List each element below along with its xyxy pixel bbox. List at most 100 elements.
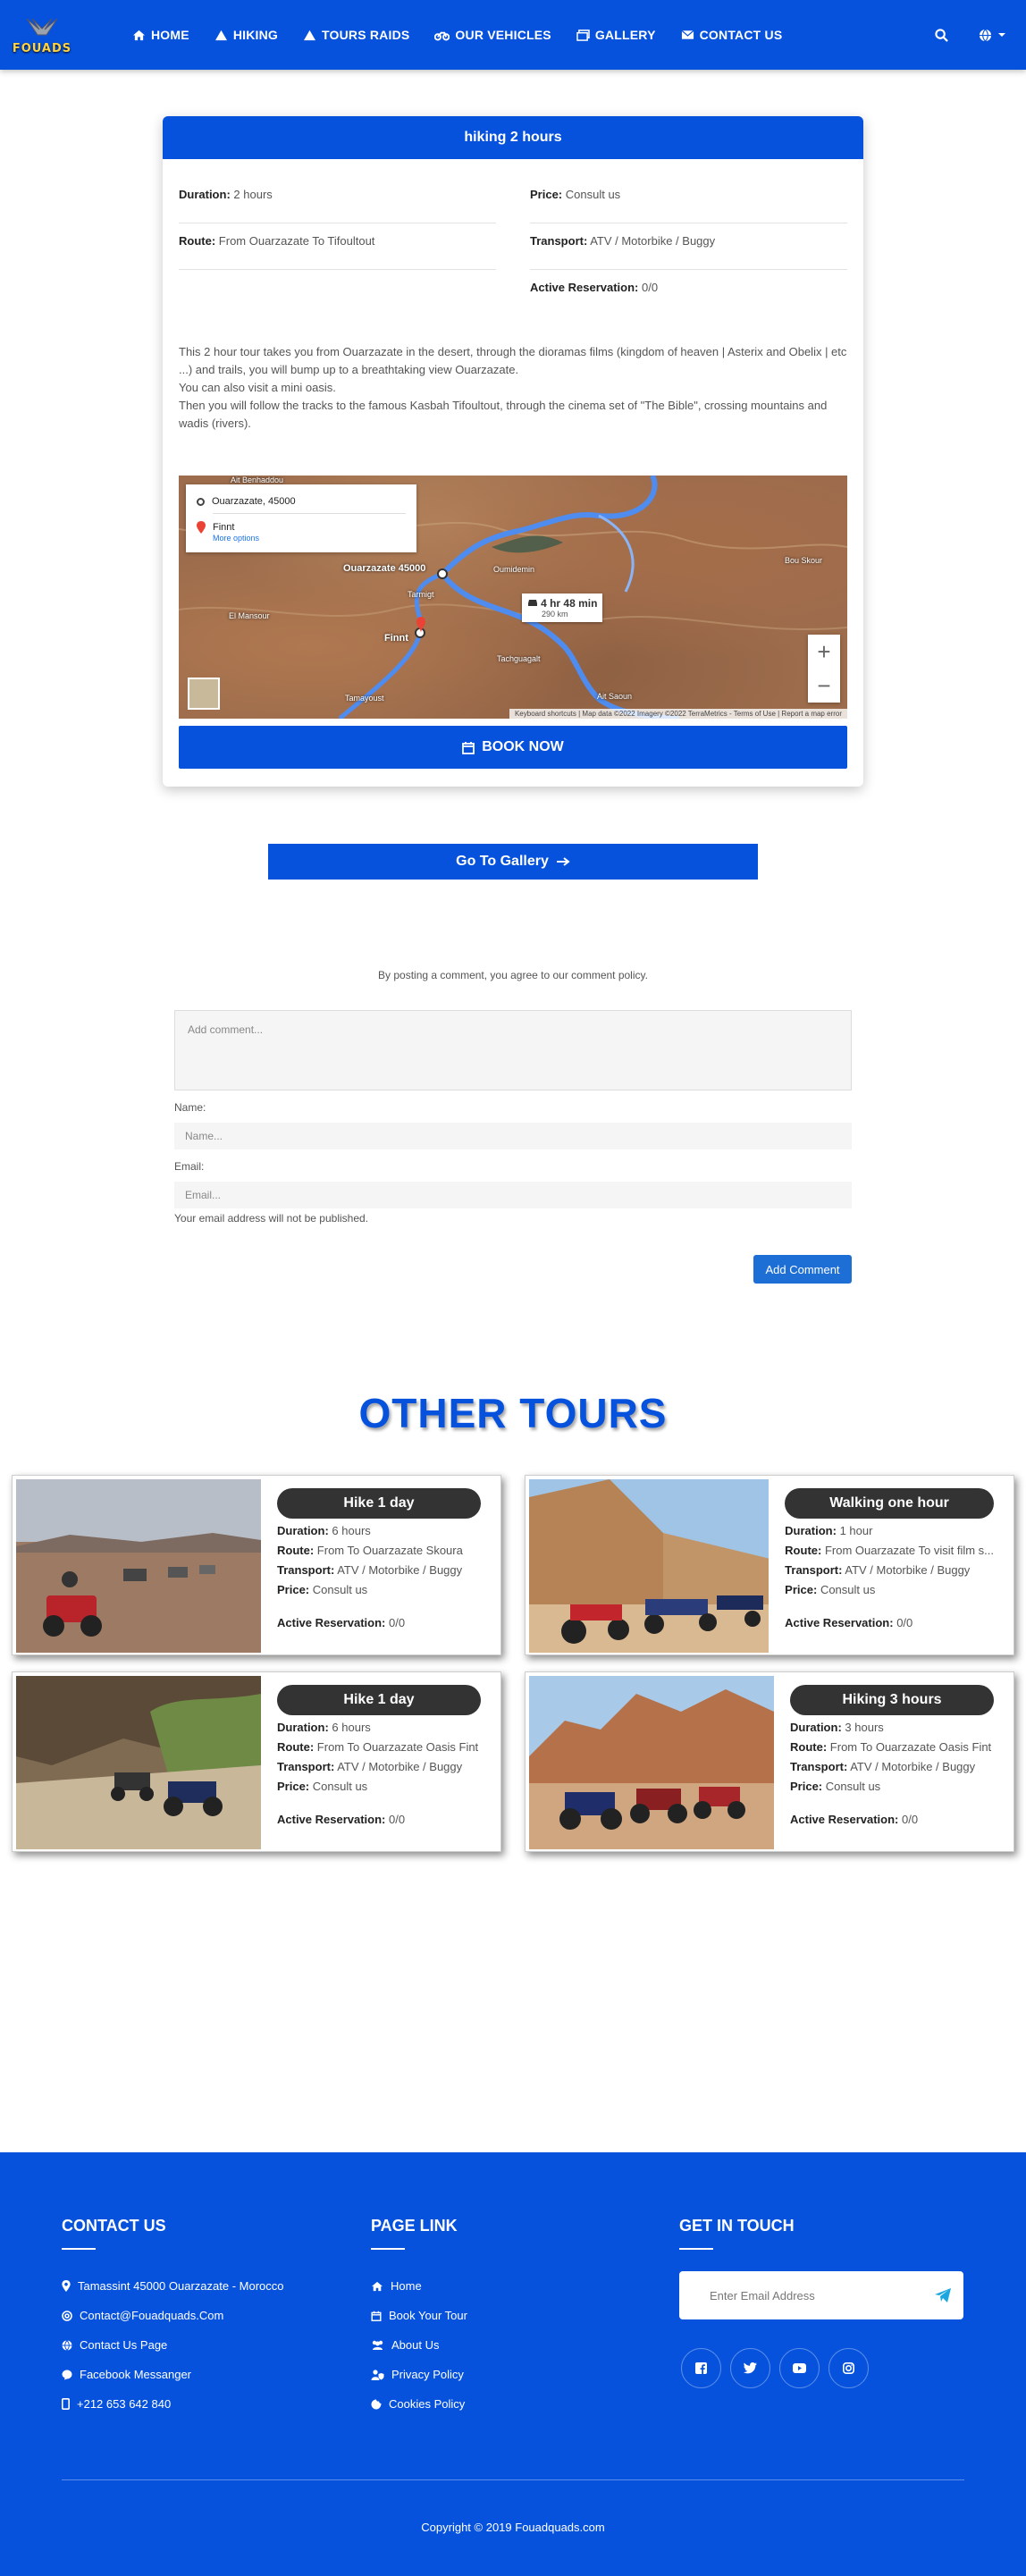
youtube-button[interactable]	[779, 2348, 820, 2388]
footer-email[interactable]: Contact@Fouadquads.Com	[62, 2301, 371, 2330]
tour-photo-quads-desert	[16, 1479, 261, 1653]
tour-photo[interactable]	[529, 1479, 770, 1653]
tour-photo[interactable]	[16, 1676, 261, 1849]
footer-link-privacy[interactable]: Privacy Policy	[371, 2360, 679, 2389]
tour-card[interactable]: Walking one hour Duration: 1 hour Route:…	[525, 1475, 1014, 1655]
map-label-ait-saoun: Ait Saoun	[597, 692, 633, 701]
route-value: From To Ouarzazate Skoura	[316, 1544, 463, 1557]
map-label-tarmigt: Tarmigt	[408, 590, 434, 599]
email-input[interactable]: Email...	[174, 1182, 852, 1208]
globe-icon	[979, 29, 992, 42]
duration-value: 2 hours	[233, 188, 273, 201]
instagram-button[interactable]	[828, 2348, 869, 2388]
price-label: Price:	[277, 1583, 310, 1596]
tour-card[interactable]: Hiking 3 hours Duration: 3 hours Route: …	[525, 1671, 1014, 1852]
footer-address[interactable]: Tamassint 45000 Ouarzazate - Morocco	[62, 2271, 371, 2301]
route-map[interactable]: Ouarzazate 45000 Finnt Tarmigt Ait Benha…	[179, 476, 847, 719]
duration-label: Duration:	[277, 1524, 329, 1537]
top-navbar: FOUADS HOME HIKING TOURS RAIDS OUR VEHIC…	[0, 0, 1026, 70]
reservation-value: 0/0	[389, 1813, 406, 1826]
add-comment-button[interactable]: Add Comment	[753, 1255, 852, 1284]
price-value: Consult us	[312, 1583, 368, 1596]
tour-duration: Duration: 6 hours	[277, 1720, 481, 1735]
home-icon	[133, 29, 145, 40]
map-satellite-toggle[interactable]	[188, 678, 220, 710]
more-options-link[interactable]: More options	[213, 534, 406, 543]
footer-links-column: PAGE LINK Home Book Your Tour About Us P…	[371, 2217, 679, 2419]
duration-label: Duration:	[277, 1721, 329, 1734]
facebook-button[interactable]	[681, 2348, 721, 2388]
book-now-button[interactable]: BOOK NOW	[179, 726, 847, 769]
paper-plane-icon[interactable]	[935, 2288, 951, 2302]
footer-messenger[interactable]: Facebook Messanger	[62, 2360, 371, 2389]
reservation-label: Active Reservation:	[277, 1813, 386, 1826]
nav-hiking[interactable]: HIKING	[204, 17, 289, 53]
email-text: Contact@Fouadquads.Com	[80, 2309, 224, 2322]
newsletter-placeholder: Enter Email Address	[710, 2288, 815, 2302]
tour-card[interactable]: Hike 1 day Duration: 6 hours Route: From…	[12, 1671, 501, 1852]
route-label: Route:	[277, 1740, 315, 1754]
name-input[interactable]: Name...	[174, 1123, 852, 1149]
map-label-tamayoust: Tamayoust	[345, 694, 384, 703]
tour-name-button[interactable]: Hike 1 day	[277, 1488, 481, 1519]
link-cookies-text: Cookies Policy	[389, 2397, 466, 2411]
footer-phone[interactable]: +212 653 642 840	[62, 2389, 371, 2419]
users-icon	[372, 2340, 383, 2350]
calendar-icon	[462, 741, 475, 754]
nav-contact-us[interactable]: CONTACT US	[670, 17, 794, 53]
footer-link-cookies[interactable]: Cookies Policy	[371, 2389, 679, 2419]
duration-value: 6 hours	[332, 1721, 371, 1734]
twitter-button[interactable]	[730, 2348, 770, 2388]
tour-card[interactable]: Hike 1 day Duration: 6 hours Route: From…	[12, 1475, 501, 1655]
triangle-icon	[304, 29, 316, 40]
zoom-in-button[interactable]: +	[817, 638, 830, 666]
reservation-value: 0/0	[902, 1813, 919, 1826]
footer-link-about[interactable]: About Us	[371, 2330, 679, 2360]
footer-link-home[interactable]: Home	[371, 2271, 679, 2301]
email-note: Your email address will not be published…	[174, 1212, 369, 1225]
tour-route: Route: From To Ouarzazate Oasis Fint	[277, 1739, 481, 1755]
tour-photo[interactable]	[16, 1479, 261, 1653]
site-logo[interactable]: FOUADS	[13, 8, 71, 62]
nav-gallery[interactable]: GALLERY	[566, 17, 667, 53]
tour-transport: Transport: ATV / Motorbike / Buggy	[785, 1562, 994, 1578]
newsletter-input[interactable]: Enter Email Address	[679, 2271, 963, 2319]
contact-page-text: Contact Us Page	[80, 2338, 168, 2352]
nav-home[interactable]: HOME	[122, 17, 200, 53]
map-label-tachguagalt: Tachguagalt	[497, 654, 541, 663]
tour-title: hiking 2 hours	[163, 116, 863, 159]
language-dropdown[interactable]	[979, 29, 1006, 42]
transport-label: Transport:	[785, 1563, 843, 1577]
search-button[interactable]	[935, 28, 948, 42]
instagram-icon	[843, 2362, 854, 2374]
route-label: Route:	[179, 234, 216, 248]
duration-label: Duration:	[790, 1721, 842, 1734]
map-label-city: Ouarzazate 45000	[343, 563, 426, 574]
tour-reservation: Active Reservation: 0/0	[277, 1812, 481, 1827]
price-label: Price:	[530, 188, 563, 201]
price-value: Consult us	[820, 1583, 876, 1596]
map-attribution[interactable]: Keyboard shortcuts | Map data ©2022 Imag…	[509, 709, 847, 719]
nav-our-vehicles[interactable]: OUR VEHICLES	[424, 17, 561, 53]
comment-textarea[interactable]: Add comment...	[174, 1010, 852, 1090]
duration-label: Duration:	[179, 188, 231, 201]
route-duration: 4 hr 48 min	[541, 597, 598, 610]
footer-link-book[interactable]: Book Your Tour	[371, 2301, 679, 2330]
facebook-icon	[695, 2362, 707, 2374]
zoom-out-button[interactable]: −	[817, 672, 830, 700]
footer-contact-page[interactable]: Contact Us Page	[62, 2330, 371, 2360]
directions-box[interactable]: Ouarzazate, 45000 Finnt More options	[186, 484, 416, 552]
car-icon	[528, 600, 537, 606]
go-to-gallery-button[interactable]: Go To Gallery	[268, 844, 758, 880]
transport-value: ATV / Motorbike / Buggy	[845, 1563, 971, 1577]
tour-name-button[interactable]: Hike 1 day	[277, 1685, 481, 1715]
nav-tours-raids[interactable]: TOURS RAIDS	[292, 17, 420, 53]
price-label: Price:	[790, 1780, 823, 1793]
tour-photo[interactable]	[529, 1676, 774, 1849]
route-value: From To Ouarzazate Oasis Fint	[316, 1740, 479, 1754]
footer-touch-column: GET IN TOUCH Enter Email Address	[679, 2217, 963, 2419]
tour-name-button[interactable]: Walking one hour	[785, 1488, 994, 1519]
gallery-label: Go To Gallery	[456, 854, 549, 869]
tour-name-button[interactable]: Hiking 3 hours	[790, 1685, 994, 1715]
map-marker-icon	[62, 2280, 71, 2292]
